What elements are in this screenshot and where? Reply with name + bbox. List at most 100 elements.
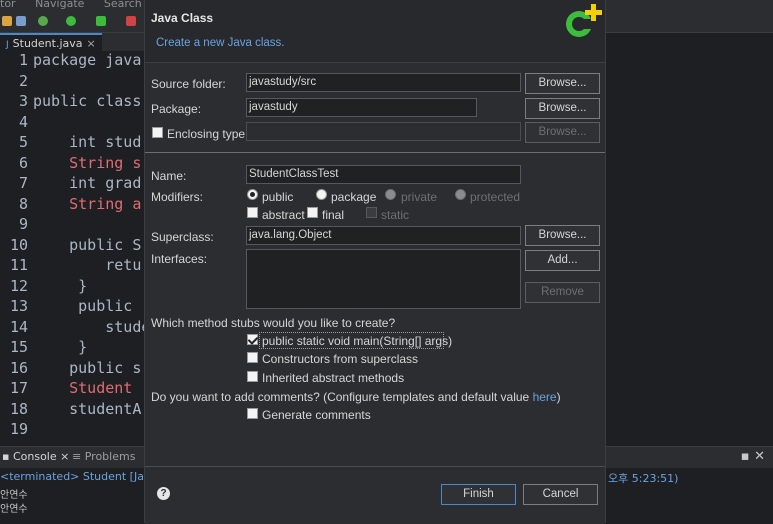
add-interface-button[interactable]: Add... <box>525 250 600 271</box>
tab-problems[interactable]: ≡ Problems <box>72 450 135 463</box>
console-line: 안연수 <box>0 504 28 515</box>
code-text: Student <box>33 379 133 397</box>
enclosing-type-input[interactable] <box>246 122 521 141</box>
line-number: 2 <box>18 71 28 90</box>
line-number: 17 <box>9 379 28 397</box>
stubs-question: Which method stubs would you like to cre… <box>151 316 396 330</box>
enclosing-type-checkbox[interactable] <box>152 127 163 138</box>
source-folder-input[interactable]: javastudy/src <box>246 73 521 92</box>
line-number: 18 <box>9 399 28 418</box>
interfaces-list[interactable] <box>246 249 521 309</box>
modifier-private-radio[interactable] <box>385 189 396 200</box>
line-number: 10 <box>9 235 28 254</box>
toolbar-tool-icon[interactable] <box>2 16 12 26</box>
editor-tab-label: Student.java <box>12 37 83 50</box>
package-input[interactable]: javastudy <box>246 98 477 117</box>
browse-source-folder-button[interactable]: Browse... <box>525 73 600 94</box>
dialog-footer: ? Finish Cancel <box>145 466 605 524</box>
editor-tab-student[interactable]: J Student.java × <box>0 33 102 51</box>
line-number: 19 <box>9 420 28 438</box>
modifier-public-radio[interactable] <box>247 189 258 200</box>
code-text: String s <box>33 153 142 172</box>
line-number: 14 <box>9 317 28 336</box>
modifier-protected-radio[interactable] <box>455 189 466 200</box>
dialog-subtitle: Create a new Java class. <box>156 37 285 49</box>
separator <box>145 152 605 153</box>
code-text: public s <box>33 358 142 377</box>
close-icon[interactable]: ▪ ✕ <box>741 449 765 464</box>
tab-console[interactable]: ▪ Console × <box>2 450 69 463</box>
new-class-icon <box>566 4 602 37</box>
line-number: 16 <box>9 358 28 377</box>
menu-item-editor[interactable]: tor <box>0 0 16 9</box>
line-number: 6 <box>18 153 28 172</box>
modifier-abstract-checkbox[interactable] <box>247 207 258 218</box>
modifier-final-checkbox[interactable] <box>307 207 318 218</box>
comments-question-end: ) <box>556 390 561 404</box>
line-number: 9 <box>18 215 28 233</box>
stub-constructors-label: Constructors from superclass <box>262 352 419 366</box>
problems-tab-label: Problems <box>84 450 136 463</box>
package-label: Package: <box>151 102 202 116</box>
line-number: 5 <box>18 133 28 151</box>
line-number: 11 <box>9 256 28 274</box>
superclass-input[interactable]: java.lang.Object <box>246 226 521 245</box>
code-editor[interactable]: 1 package java 2 3 public class 4 5 int st… <box>0 51 144 446</box>
modifier-static-checkbox[interactable] <box>366 207 377 218</box>
external-tools-icon[interactable] <box>126 16 136 26</box>
comments-question-text: Do you want to add comments? (Configure … <box>151 390 533 404</box>
browse-package-button[interactable]: Browse... <box>525 98 600 119</box>
code-text: public S <box>33 235 142 254</box>
code-text: studentA <box>33 399 142 418</box>
code-text: public class <box>33 92 142 110</box>
run-time: 오후 5:23:51) <box>608 472 679 485</box>
console-icon: ▪ <box>2 450 10 463</box>
configure-templates-link[interactable]: here <box>533 390 557 404</box>
code-text: } <box>33 338 88 356</box>
dialog-title: Java Class <box>151 11 214 25</box>
ide-right-pane <box>606 51 773 446</box>
modifier-static-label: static <box>381 208 410 222</box>
toolbar-terminal-icon[interactable] <box>16 16 26 26</box>
superclass-label: Superclass: <box>151 230 214 244</box>
browse-enclosing-button[interactable]: Browse... <box>525 122 600 143</box>
coverage-icon[interactable] <box>96 16 106 26</box>
stub-inherited-checkbox[interactable] <box>247 371 258 382</box>
browse-superclass-button[interactable]: Browse... <box>525 225 600 246</box>
modifier-package-radio[interactable] <box>316 189 327 200</box>
name-label: Name: <box>151 169 187 183</box>
code-text: stude <box>33 317 144 336</box>
generate-comments-checkbox[interactable] <box>247 408 258 419</box>
stub-inherited-label: Inherited abstract methods <box>262 371 405 385</box>
close-icon[interactable]: × <box>87 37 96 50</box>
modifier-final-label: final <box>322 208 345 222</box>
line-number: 3 <box>18 92 28 110</box>
line-number: 8 <box>18 194 28 213</box>
finish-button[interactable]: Finish <box>441 484 516 505</box>
source-folder-label: Source folder: <box>151 77 226 91</box>
code-text: retur <box>33 256 144 274</box>
stub-constructors-checkbox[interactable] <box>247 352 258 363</box>
stub-main-checkbox[interactable] <box>247 334 258 345</box>
help-icon[interactable]: ? <box>157 487 170 500</box>
menu-item-search[interactable]: Search <box>104 0 142 9</box>
code-text: int grad <box>33 174 142 192</box>
comments-question: Do you want to add comments? (Configure … <box>151 390 561 404</box>
console-tab-label: Console <box>12 450 57 463</box>
terminated-status: <terminated> Student [Java <box>0 470 158 483</box>
modifier-package-label: package <box>331 190 377 204</box>
new-java-class-dialog: Java Class Create a new Java class. Sour… <box>144 0 606 524</box>
code-text: int stud <box>33 133 142 151</box>
cancel-button[interactable]: Cancel <box>523 484 598 505</box>
debug-icon[interactable] <box>38 16 48 26</box>
console-line: 안연수 <box>0 490 28 501</box>
line-number: 1 <box>18 51 28 69</box>
line-number: 13 <box>9 297 28 315</box>
line-number: 15 <box>9 338 28 356</box>
line-number: 7 <box>18 174 28 192</box>
class-name-input[interactable]: StudentClassTest <box>246 165 521 184</box>
modifier-public-label: public <box>262 190 294 204</box>
remove-interface-button[interactable]: Remove <box>525 282 600 303</box>
menu-item-navigate[interactable]: Navigate <box>35 0 84 9</box>
run-icon[interactable] <box>66 16 76 26</box>
